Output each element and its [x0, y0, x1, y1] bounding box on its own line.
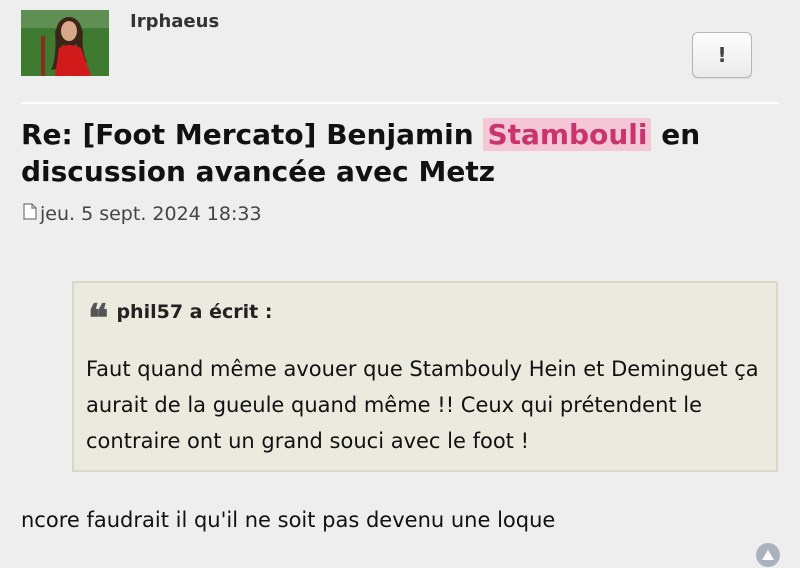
- quote-author: phil57 a écrit :: [116, 301, 273, 323]
- quote-text: Faut quand même avouer que Stambouly Hei…: [86, 357, 759, 453]
- post-date: jeu. 5 sept. 2024 18:33: [23, 203, 262, 225]
- username[interactable]: Irphaeus: [130, 11, 219, 32]
- title-prefix: Re: [Foot Mercato] Benjamin: [21, 118, 484, 151]
- quote-header: ❝ phil57 a écrit :: [88, 299, 273, 337]
- search-highlight: Stambouli: [483, 118, 652, 151]
- back-to-top-icon[interactable]: [756, 543, 780, 567]
- quote-icon: ❝: [88, 295, 109, 340]
- post-title: Re: [Foot Mercato] Benjamin Stambouli en…: [21, 116, 761, 190]
- avatar[interactable]: [21, 10, 109, 76]
- document-icon[interactable]: [23, 203, 37, 225]
- report-button[interactable]: !: [692, 32, 752, 78]
- quote-block: ❝ phil57 a écrit : Faut quand même avoue…: [72, 281, 778, 472]
- post-content: ncore faudrait il qu'il ne soit pas deve…: [21, 508, 556, 532]
- divider: [21, 102, 779, 104]
- post-date-text: jeu. 5 sept. 2024 18:33: [40, 203, 262, 225]
